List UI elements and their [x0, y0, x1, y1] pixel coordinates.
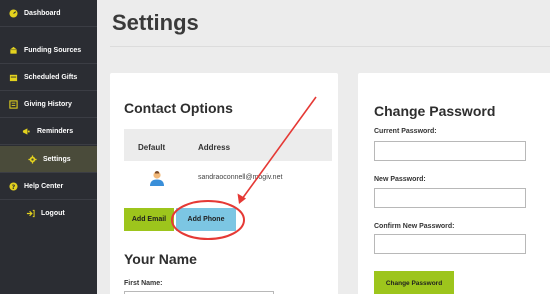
megaphone-icon [22, 127, 31, 136]
sidebar-item-label: Scheduled Gifts [24, 73, 78, 81]
first-name-label: First Name: [124, 280, 163, 287]
sidebar-item-label: Logout [41, 210, 65, 217]
sidebar-item-scheduled-gifts[interactable]: Scheduled Gifts [0, 64, 97, 91]
column-header-default: Default [138, 143, 166, 152]
page-title: Settings [112, 10, 199, 35]
contact-options-title: Contact Options [124, 100, 233, 116]
contact-options-card: Contact Options Default Address sandraoc… [110, 73, 338, 294]
help-icon: ? [9, 181, 18, 191]
sidebar-item-giving-history[interactable]: Giving History [0, 91, 97, 118]
sidebar-item-label: Reminders [37, 127, 74, 135]
sidebar-item-label: Help Center [24, 182, 64, 190]
dashboard-icon [9, 8, 18, 18]
add-email-button[interactable]: Add Email [124, 208, 174, 231]
sidebar-item-logout[interactable]: Logout [0, 200, 97, 227]
current-password-field[interactable] [374, 141, 526, 161]
sidebar-item-label: Funding Sources [24, 46, 82, 54]
svg-text:?: ? [12, 183, 16, 190]
history-icon [9, 99, 18, 109]
new-password-field[interactable] [374, 188, 526, 208]
sidebar: Dashboard Funding Sources Scheduled Gift… [0, 0, 97, 294]
contact-table-header: Default Address [124, 129, 332, 161]
logout-icon [26, 209, 35, 218]
change-password-button[interactable]: Change Password [374, 271, 454, 294]
sidebar-item-label: Giving History [24, 100, 72, 108]
bank-icon [9, 46, 18, 55]
change-password-title: Change Password [374, 103, 496, 119]
sidebar-item-funding-sources[interactable]: Funding Sources [0, 37, 97, 64]
current-password-label: Current Password: [374, 128, 437, 135]
your-name-title: Your Name [124, 251, 197, 267]
gear-icon [28, 154, 37, 164]
sidebar-item-label: Dashboard [24, 9, 61, 17]
add-phone-button[interactable]: Add Phone [176, 208, 236, 231]
contact-person-icon [148, 169, 166, 187]
contact-address: sandraoconnell@mogiv.net [198, 174, 283, 181]
sidebar-item-settings[interactable]: Settings [0, 146, 97, 173]
sidebar-item-label: Settings [43, 155, 71, 163]
sidebar-item-dashboard[interactable]: Dashboard [0, 0, 97, 27]
calendar-icon [9, 73, 18, 82]
sidebar-item-reminders[interactable]: Reminders [0, 118, 97, 145]
column-header-address: Address [198, 143, 231, 152]
new-password-label: New Password: [374, 176, 426, 183]
confirm-password-field[interactable] [374, 234, 526, 254]
divider [110, 46, 550, 47]
sidebar-item-help-center[interactable]: ? Help Center [0, 173, 97, 200]
confirm-password-label: Confirm New Password: [374, 223, 455, 230]
change-password-card: Change Password Current Password: New Pa… [358, 73, 550, 294]
